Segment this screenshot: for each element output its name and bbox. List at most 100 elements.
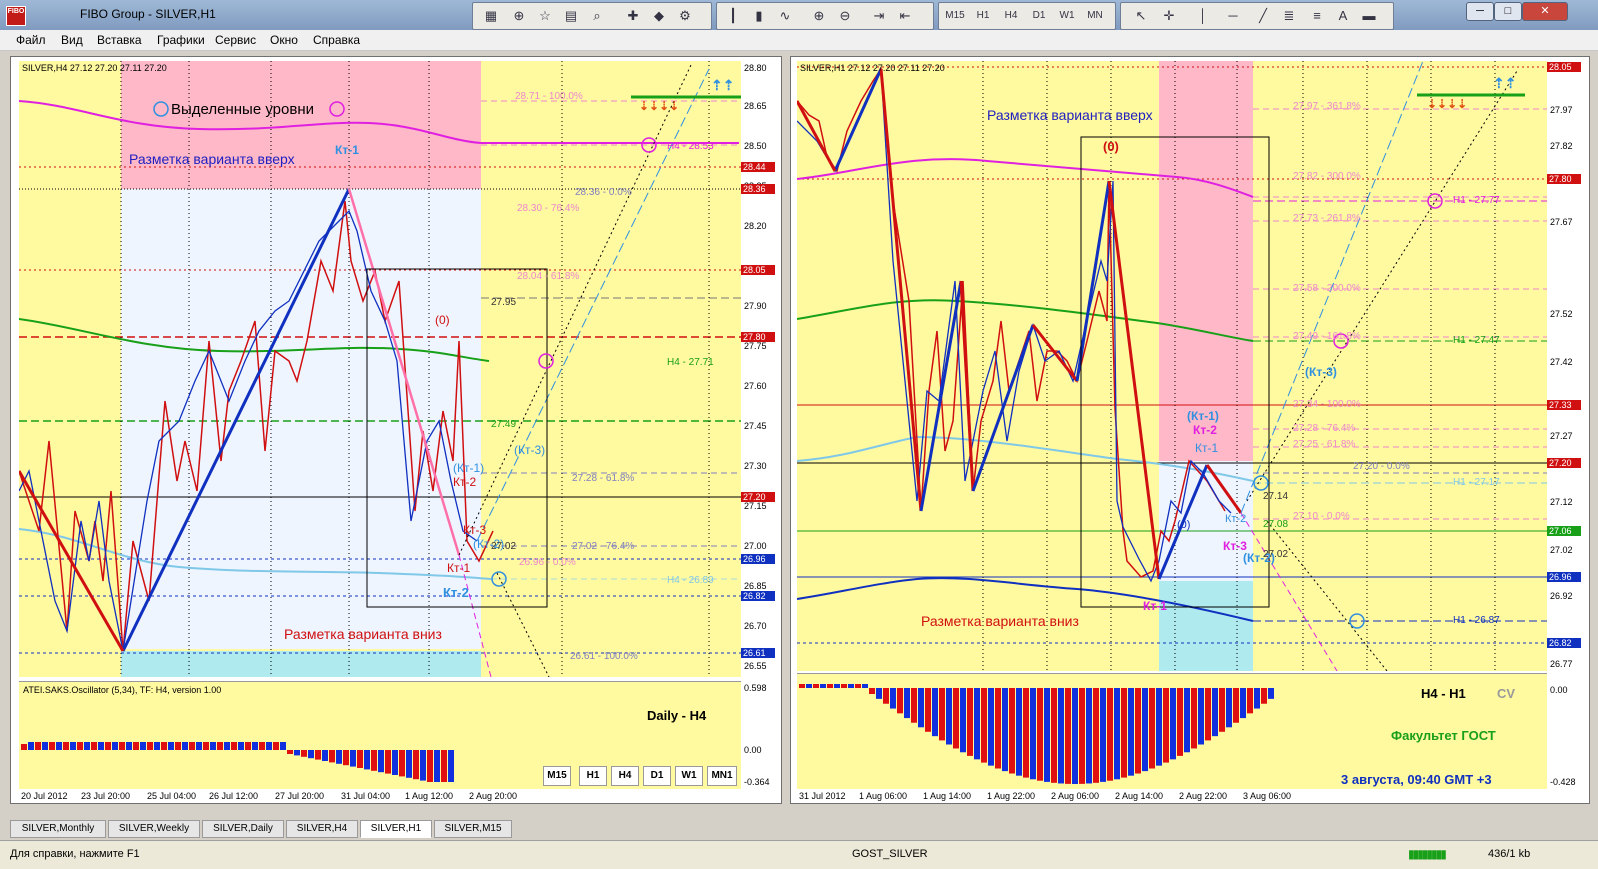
menu-insert[interactable]: Вставка [97,33,142,47]
menu-view[interactable]: Вид [61,33,83,47]
menu-help[interactable]: Справка [313,33,360,47]
wave-r-6 [1031,324,1079,382]
histogram-bar [995,688,1001,769]
tf-mn1-chart-button[interactable]: MN1 [707,766,737,786]
histogram-bar [147,742,153,750]
time-label: 1 Aug 06:00 [859,791,908,801]
menu-file[interactable]: Файл [16,33,46,47]
tf-h4-chart-button[interactable]: H4 [611,766,639,786]
price-label: 26.92 [1550,591,1573,601]
price-tag: 28.44 [741,162,775,172]
histogram-bar [1170,688,1176,760]
histogram-bar [448,750,454,782]
tf-d1-chart-button[interactable]: D1 [643,766,671,786]
histogram-bar [1093,688,1099,783]
time-label: 2 Aug 14:00 [1115,791,1164,801]
menu-charts[interactable]: Графики [157,33,205,47]
histogram-bar [883,688,889,704]
chart-window-h4[interactable]: SILVER,H4 27.12 27.20 27.11 27.20 ⇡⇡ ⇣⇣⇣… [10,56,782,804]
text-icon[interactable]: A [1333,7,1353,25]
tf-w1-chart-button[interactable]: W1 [675,766,703,786]
histogram-bar [350,750,356,767]
zoom-icon[interactable]: ⌕ [587,7,607,25]
kt1-paren-label: (Кт-1) [453,461,485,475]
fibo-levels-icon[interactable]: ≡ [1307,7,1327,25]
line-chart-icon[interactable]: ∿ [775,7,795,25]
histogram-bar [42,742,48,750]
crosshair-tool-icon[interactable]: ✛ [1159,7,1179,25]
oscillator-panel-h4[interactable]: ATEI.SAKS.Oscillator (5,34), TF: H4, ver… [19,681,741,790]
tab-silver-monthly[interactable]: SILVER,Monthly [10,820,106,838]
menu-tools[interactable]: Сервис [215,33,256,47]
tf-h1-chart-button[interactable]: H1 [579,766,607,786]
oscillator-panel-h1[interactable]: H4 - H1 CV Факультет ГОСТ 3 августа, 09:… [797,673,1547,790]
navigator-icon[interactable]: ▤ [561,7,581,25]
price-plot-h4[interactable]: SILVER,H4 27.12 27.20 27.11 27.20 ⇡⇡ ⇣⇣⇣… [19,61,741,677]
kt1-paren-label-r: (Кт-1) [1187,409,1219,423]
price-label: 27.90 [744,301,767,311]
tab-silver-h1[interactable]: SILVER,H1 [360,820,432,838]
tab-silver-weekly[interactable]: SILVER,Weekly [108,820,200,838]
kt2-small-label-r: Кт-2 [1225,513,1247,525]
histogram-bar [953,688,959,749]
cursor-icon[interactable]: ↖ [1131,7,1151,25]
tf-mn-button[interactable]: MN [1083,7,1107,25]
kt1-bottom-label-r: Кт-1 [1143,599,1167,613]
bar-chart-icon[interactable]: ┃ [723,7,743,25]
h1-2687-label: H1 - 26.87 [1453,615,1500,626]
alert-icon[interactable]: ◆ [649,7,669,25]
tf-m15-chart-button[interactable]: M15 [543,766,571,786]
histogram-bar [1184,688,1190,753]
histogram-bar [1219,688,1225,732]
menu-window[interactable]: Окно [270,33,298,47]
tf-h1-button[interactable]: H1 [971,7,995,25]
chart-shift-icon[interactable]: ⇤ [895,7,915,25]
histogram-bar [960,688,966,753]
fib-label-r9: 27.20 - 0.0% [1353,461,1410,472]
histogram-bar [28,742,34,750]
close-button[interactable]: ✕ [1522,2,1568,21]
tf-h4-button[interactable]: H4 [999,7,1023,25]
fib-label-7: 26.96 - 0.0% [519,557,576,568]
histogram-bar [427,750,433,782]
tf-d1-button[interactable]: D1 [1027,7,1051,25]
tab-silver-h4[interactable]: SILVER,H4 [286,820,358,838]
value-27-02: 27.02 [491,541,517,552]
price-tag: 27.20 [741,492,775,502]
oscillator-title: ATEI.SAKS.Oscillator (5,34), TF: H4, ver… [23,685,222,695]
new-chart-icon[interactable]: ▦ [481,7,501,25]
price-plot-h1[interactable]: SILVER,H1 27.12 27.20 27.11 27.20 ⇡⇡ ⇣⇣⇣… [797,61,1547,671]
maximize-button[interactable]: □ [1494,2,1522,21]
fibo-icon[interactable]: ≣ [1279,7,1299,25]
histogram-bar [434,750,440,782]
tab-silver-m15[interactable]: SILVER,M15 [434,820,512,838]
horizontal-line-icon[interactable]: ─ [1223,7,1243,25]
zero-small-label-r: (0) [1177,519,1191,531]
tab-silver-daily[interactable]: SILVER,Daily [202,820,284,838]
price-label: 27.97 [1550,105,1573,115]
settings-icon[interactable]: ⚙ [675,7,695,25]
trendline-icon[interactable]: ╱ [1253,7,1273,25]
autoscroll-icon[interactable]: ⇥ [869,7,889,25]
app-logo: FIBO [6,6,26,26]
histogram-bar [140,742,146,750]
histogram-bar [392,750,398,775]
histogram-bar [1254,688,1260,709]
candles-icon[interactable]: ▮ [749,7,769,25]
histogram-bar [329,750,335,763]
window-title: FIBO Group - SILVER,H1 [80,7,216,21]
zoom-out-icon[interactable]: ⊖ [835,7,855,25]
zoom-in-icon[interactable]: ⊕ [809,7,829,25]
crosshair-icon[interactable]: ⊕ [509,7,529,25]
label-icon[interactable]: ▬ [1359,7,1379,25]
chart-window-h1[interactable]: SILVER,H1 27.12 27.20 27.11 27.20 ⇡⇡ ⇣⇣⇣… [790,56,1590,804]
tf-m15-button[interactable]: M15 [943,7,967,25]
minimize-button[interactable]: ─ [1466,2,1494,21]
tf-w1-button[interactable]: W1 [1055,7,1079,25]
vertical-line-icon[interactable]: │ [1193,7,1213,25]
favorites-icon[interactable]: ☆ [535,7,555,25]
new-order-icon[interactable]: ✚ [623,7,643,25]
histogram-bar [280,742,286,750]
histogram-bar [820,684,826,688]
price-drawing-h4 [19,61,741,677]
